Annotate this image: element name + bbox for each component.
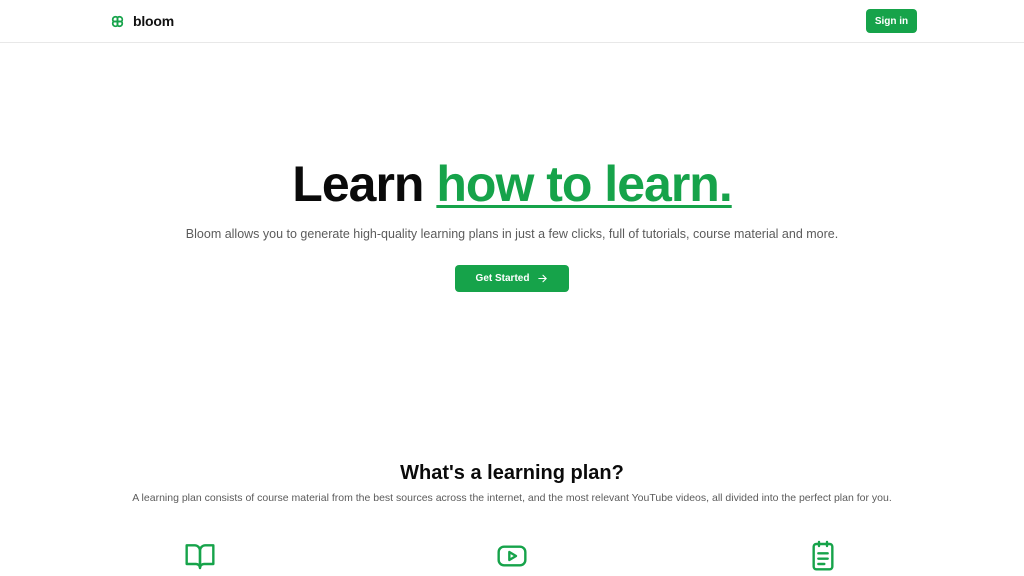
get-started-button[interactable]: Get Started <box>455 265 569 292</box>
hero-title-accent: how to learn. <box>436 156 732 212</box>
hero-title: Learn how to learn. <box>0 154 1024 214</box>
sign-in-button[interactable]: Sign in <box>866 9 917 33</box>
brand-name: bloom <box>133 13 174 29</box>
hero-subtitle: Bloom allows you to generate high-qualit… <box>185 227 839 241</box>
clover-logo-icon <box>111 15 124 27</box>
book-open-icon <box>184 540 216 572</box>
section-title: What's a learning plan? <box>400 462 624 484</box>
section-description: A learning plan consists of course mater… <box>132 492 892 504</box>
navbar: bloom Sign in <box>0 0 1024 43</box>
get-started-label: Get Started <box>475 273 530 284</box>
arrow-right-icon <box>538 274 548 283</box>
video-icon <box>496 540 528 572</box>
brand-link[interactable]: bloom <box>108 11 174 31</box>
clipboard-list-icon <box>807 540 839 572</box>
hero-title-plain: Learn <box>292 156 424 212</box>
